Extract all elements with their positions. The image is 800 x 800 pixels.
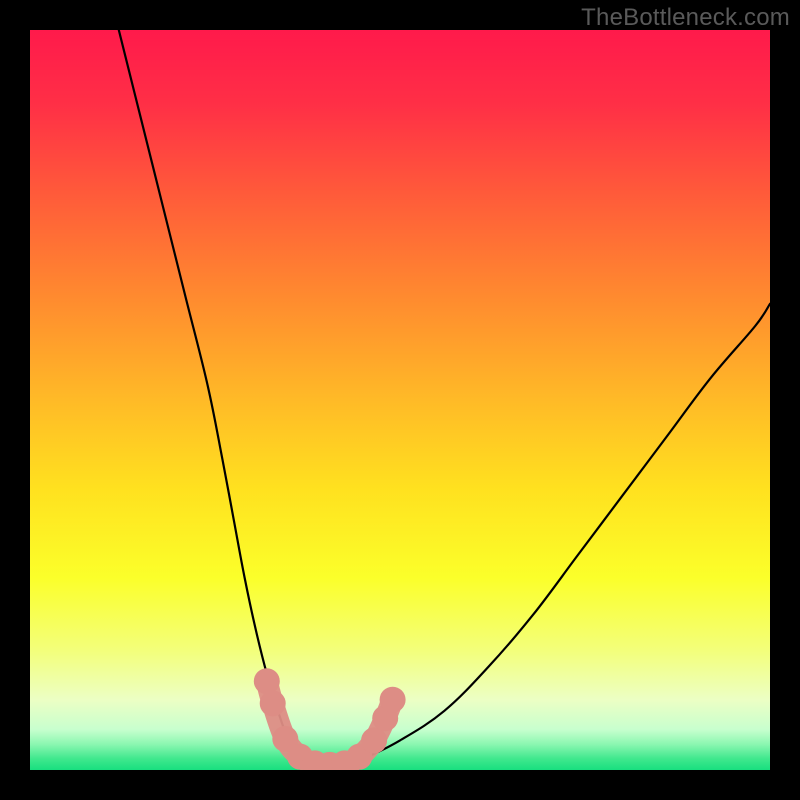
chart-frame: TheBottleneck.com xyxy=(0,0,800,800)
watermark-text: TheBottleneck.com xyxy=(581,4,790,32)
plot-area xyxy=(30,30,770,770)
gradient-background xyxy=(30,30,770,770)
